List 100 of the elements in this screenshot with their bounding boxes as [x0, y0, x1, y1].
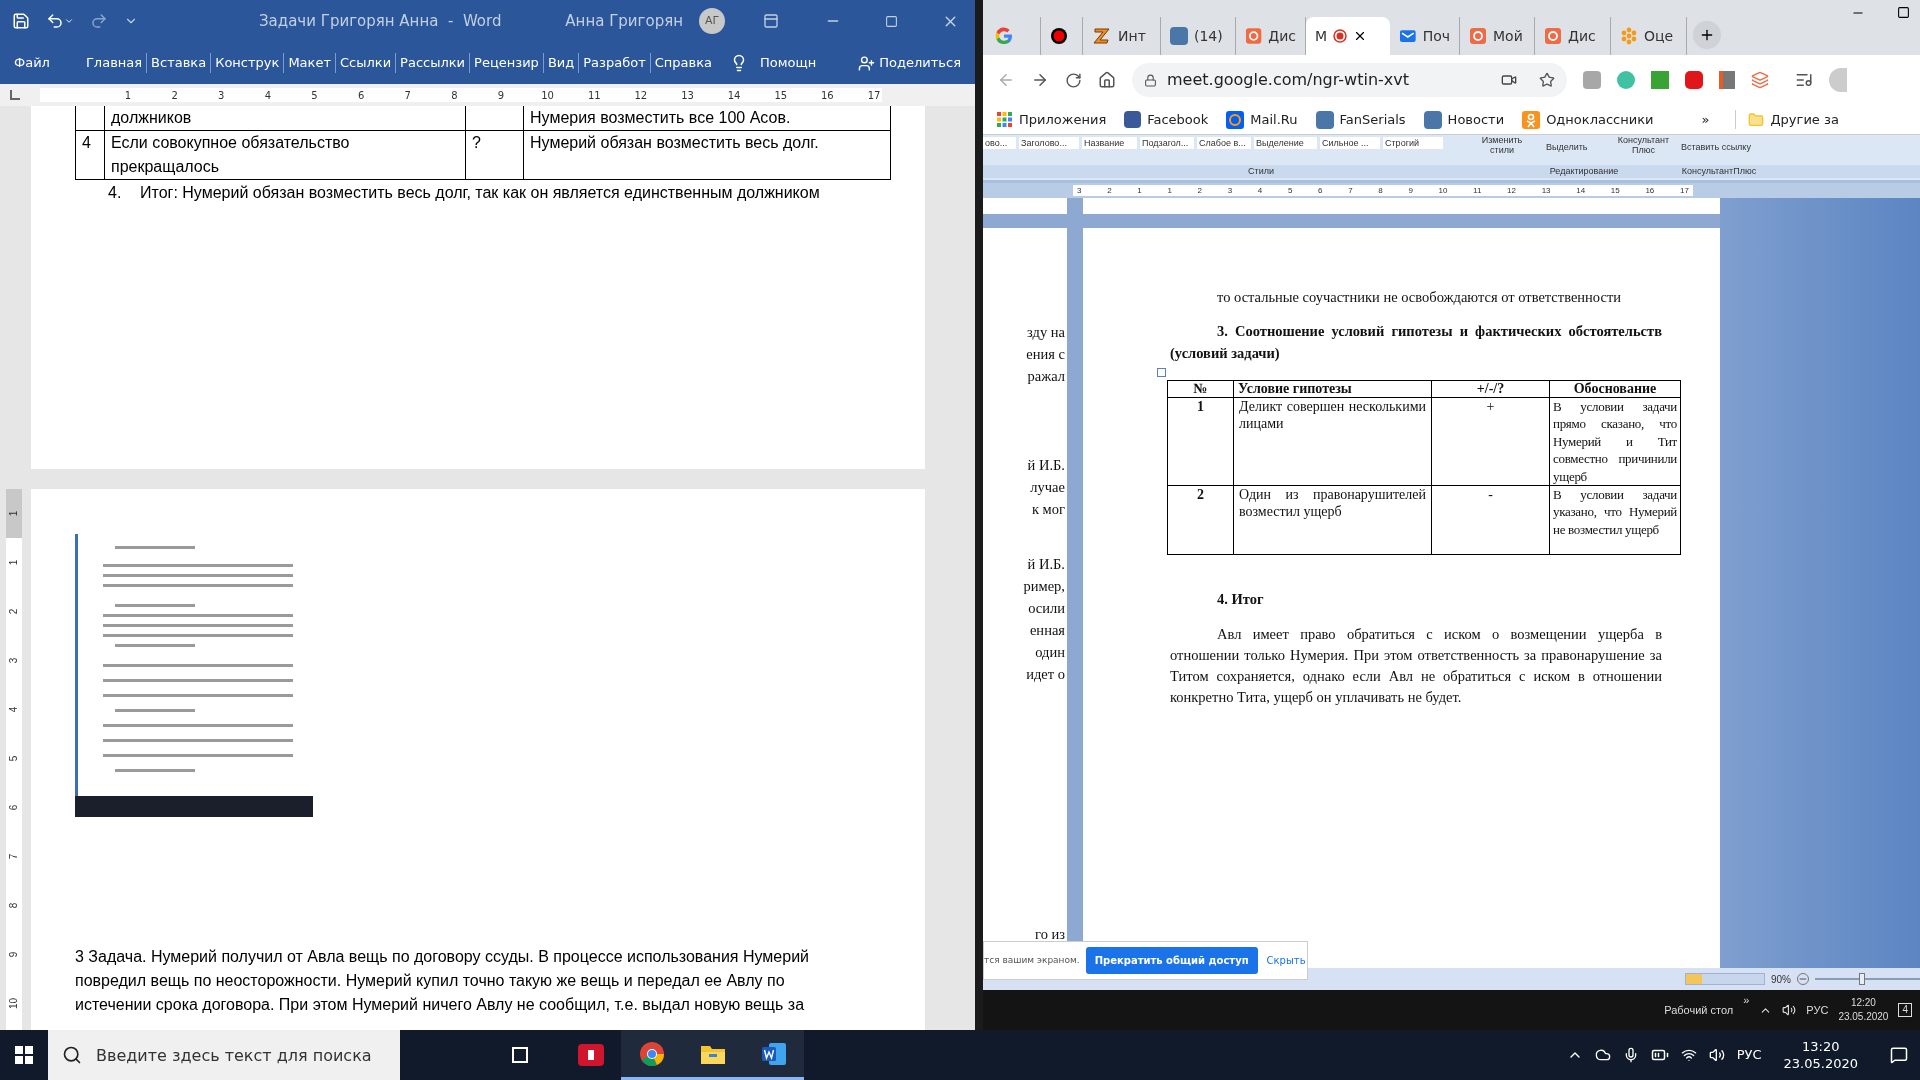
taskbar-app[interactable]: [621, 1030, 682, 1080]
toolbar-label[interactable]: Рабочий стол: [1664, 1001, 1734, 1019]
style-gallery-item[interactable]: Заголово...: [1019, 137, 1079, 149]
ribbon-tab[interactable]: Вставка: [146, 53, 211, 73]
ruler-number: 2: [170, 88, 179, 103]
address-bar[interactable]: meet.google.com/ngr-wtin-xvt: [1132, 63, 1567, 97]
star-icon[interactable]: [1539, 72, 1555, 88]
paragraph-line: истечении срока договора. При этом Нумерий ничего Авлу не сообщил, т.е. выдал новую вещь за: [75, 995, 805, 1015]
text-fragment: лучае: [1030, 478, 1065, 497]
apps-grid-icon: [997, 111, 1013, 128]
taskbar-search-field[interactable]: Введите здесь текст для поиска: [48, 1030, 400, 1080]
cloud-icon[interactable]: [1594, 1047, 1611, 1063]
hide-link[interactable]: Скрыть: [1266, 953, 1306, 968]
style-gallery-item[interactable]: Сильное ...: [1320, 137, 1380, 149]
select-button[interactable]: Выделить: [1546, 141, 1616, 155]
bookmark[interactable]: Facebook: [1124, 109, 1209, 130]
google-icon: [995, 27, 1013, 45]
forward-icon[interactable]: [1031, 71, 1049, 89]
flower-icon: [1544, 27, 1562, 45]
lock-icon[interactable]: [1144, 73, 1157, 87]
text-fragment: идет о: [1026, 665, 1065, 684]
change-styles-button[interactable]: Изменить стили: [1473, 135, 1531, 155]
table-move-handle-icon[interactable]: [1157, 368, 1166, 377]
plus-icon[interactable]: [1699, 27, 1715, 43]
ribbon-tab[interactable]: Файл: [10, 53, 54, 73]
stop-sign-icon[interactable]: [1685, 71, 1703, 89]
ribbon-tab[interactable]: Макет: [283, 53, 335, 73]
stop-sharing-button[interactable]: Прекратить общий доступ: [1085, 947, 1258, 974]
ruler-number: 4: [7, 706, 21, 713]
user-plus-icon[interactable]: [858, 54, 876, 72]
ruler-number: 9: [1408, 185, 1413, 196]
ruler-number: 2: [1107, 185, 1112, 196]
bookmark[interactable]: Приложения: [997, 109, 1107, 130]
zoom-slider[interactable]: [1815, 973, 1920, 985]
style-gallery-item[interactable]: ово...: [983, 137, 1016, 149]
playlist-icon[interactable]: [1795, 71, 1813, 89]
ruler-number: 14: [1576, 185, 1586, 196]
camera-icon[interactable]: [1501, 72, 1517, 88]
notification-count: 4: [1898, 1003, 1912, 1017]
ribbon-tab[interactable]: Рассылки: [395, 53, 470, 73]
ribbon-tab[interactable]: Рецензир: [469, 53, 543, 73]
more-bookmarks-button[interactable]: »: [1701, 109, 1710, 130]
new-tab-button[interactable]: [1693, 21, 1721, 49]
list-item-text: Итог: Нумерий обязан возместить весь долг, так как он является единственным должником: [140, 183, 820, 203]
language-indicator[interactable]: РУС: [1806, 1001, 1829, 1019]
consultant-button[interactable]: Консультант Плюс: [1616, 135, 1671, 155]
speaker-icon[interactable]: [1782, 1003, 1797, 1017]
style-gallery-item[interactable]: Название: [1082, 137, 1137, 149]
save-icon[interactable]: [12, 12, 30, 30]
style-gallery-item[interactable]: Строгий: [1383, 137, 1443, 149]
style-gallery-item[interactable]: Выделение: [1254, 137, 1317, 149]
bookmark[interactable]: Новости: [1423, 109, 1505, 130]
column-header: Условие гипотезы: [1238, 381, 1353, 397]
ruler-number: 1: [123, 88, 133, 103]
slider-thumb[interactable]: [1859, 973, 1866, 985]
share-button[interactable]: Поделиться: [858, 53, 961, 73]
insert-link-button[interactable]: Вставить ссылку: [1681, 141, 1751, 155]
language-indicator[interactable]: РУС: [1736, 1045, 1762, 1065]
search-icon[interactable]: [62, 1045, 82, 1065]
ruler-number: 17: [866, 88, 882, 103]
text-fragment: ения с: [1026, 345, 1065, 364]
ruler-number: 8: [7, 902, 21, 909]
ruler-number: 10: [7, 997, 21, 1010]
task-view-icon[interactable]: [512, 1047, 528, 1063]
caret-icon[interactable]: [64, 16, 74, 26]
ruler-number: 2: [7, 608, 21, 615]
bookmark[interactable]: FanSerials: [1315, 109, 1406, 130]
style-gallery-item[interactable]: Слабое в...: [1197, 137, 1251, 149]
ruler-number: 7: [403, 88, 412, 103]
group-label: КонсультантПлюс: [1680, 165, 1758, 178]
bookmark[interactable]: Mail.Ru: [1226, 109, 1298, 130]
ribbon-tab[interactable]: Главная: [81, 53, 147, 73]
wifi-icon[interactable]: [1680, 1047, 1697, 1063]
redo-icon[interactable]: [90, 12, 108, 30]
ribbon-tab[interactable]: Конструк: [210, 53, 284, 73]
bookmark-folder[interactable]: Другие за: [1735, 109, 1839, 130]
speaker-icon[interactable]: [1708, 1047, 1725, 1063]
chevron-label[interactable]: »: [1743, 992, 1750, 1009]
notifications-icon[interactable]: [1890, 1046, 1908, 1064]
home-icon[interactable]: [1098, 71, 1116, 89]
taskbar-app[interactable]: [743, 1030, 804, 1080]
text-fragment: осили: [1028, 599, 1065, 618]
tab-stop-icon[interactable]: [10, 90, 20, 100]
bookmark[interactable]: Одноклассники: [1522, 109, 1654, 130]
ribbon-tab[interactable]: Вид: [542, 53, 579, 73]
browser-tab[interactable]: М: [1306, 17, 1390, 55]
ribbon-tab[interactable]: Разработ: [578, 53, 650, 73]
style-gallery-item[interactable]: Подзагол...: [1140, 137, 1194, 149]
ribbon-options-icon[interactable]: [763, 13, 779, 29]
reload-icon[interactable]: [1065, 71, 1082, 89]
ribbon-tab[interactable]: Ссылки: [335, 53, 396, 73]
clock-date: 23.05.2020: [1838, 1010, 1889, 1024]
maximize-icon[interactable]: [1897, 6, 1910, 19]
undo-icon[interactable]: [46, 12, 64, 30]
table-cell: 1: [1197, 399, 1204, 414]
layers-extension-icon[interactable]: [1751, 71, 1769, 89]
ribbon-tab[interactable]: Справка: [649, 53, 716, 73]
tell-me-field[interactable]: Помощн: [760, 53, 817, 73]
ruler-number: 4: [1257, 185, 1263, 196]
table-cell: +: [1486, 399, 1495, 414]
